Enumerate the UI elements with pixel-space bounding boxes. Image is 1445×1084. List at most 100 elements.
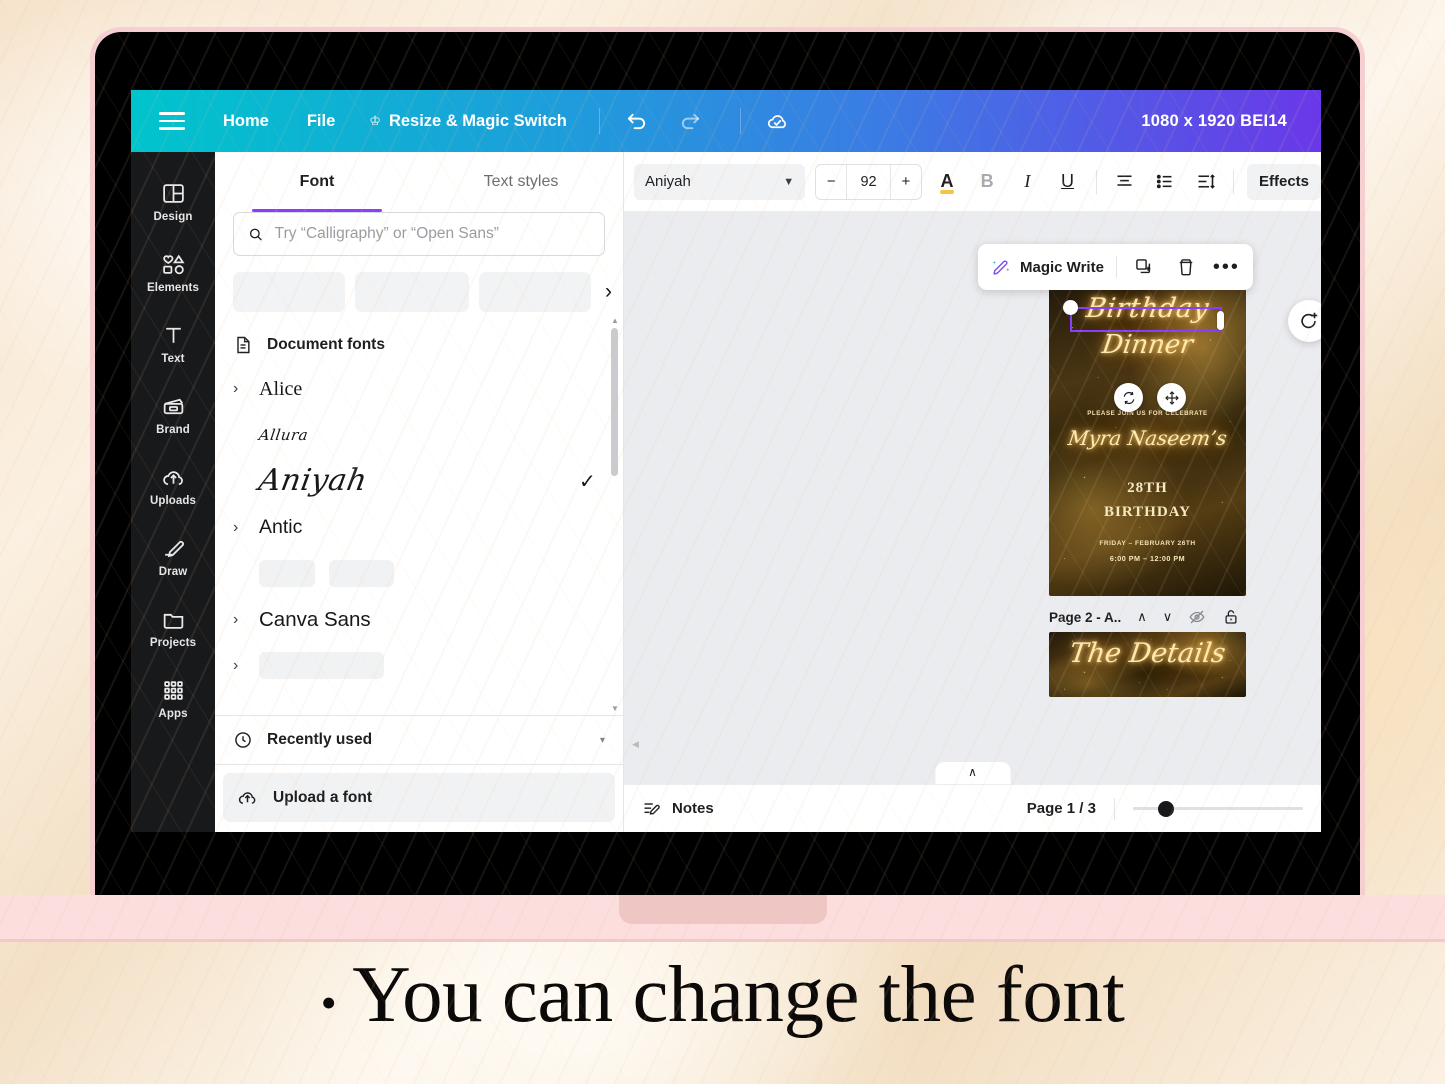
- canvas-area[interactable]: Magic Write ••• Birth: [624, 212, 1321, 784]
- text-selection-box[interactable]: [1070, 307, 1222, 332]
- font-size-input[interactable]: 92: [846, 165, 891, 199]
- effects-button[interactable]: Effects: [1247, 164, 1321, 200]
- horizontal-scroll-hint[interactable]: ◀: [632, 739, 639, 746]
- document-title[interactable]: 1080 x 1920 BEI14: [1141, 112, 1287, 131]
- chevron-right-icon[interactable]: ›: [233, 657, 259, 675]
- line-spacing-icon: [1195, 171, 1216, 192]
- tab-font[interactable]: Font: [215, 152, 419, 212]
- sidebar-label: Design: [154, 211, 193, 223]
- font-filter-chips: ›: [215, 270, 623, 314]
- menu-resize-magic-switch[interactable]: Resize & Magic Switch: [389, 112, 567, 131]
- font-name: Allura: [258, 426, 581, 444]
- chevron-right-icon[interactable]: ›: [233, 519, 259, 537]
- move-page-up-button[interactable]: ∧: [1137, 609, 1147, 625]
- increase-font-size-button[interactable]: +: [891, 165, 921, 199]
- sidebar-item-uploads[interactable]: Uploads: [135, 454, 211, 516]
- selection-handle-side[interactable]: [1217, 311, 1224, 330]
- sidebar-item-draw[interactable]: Draw: [135, 525, 211, 587]
- magic-write-button[interactable]: Magic Write: [991, 257, 1104, 277]
- editor-area: Aniyah ▼ − 92 + A B I U: [624, 152, 1321, 832]
- sidebar-item-projects[interactable]: Projects: [135, 596, 211, 658]
- cloud-saved-icon[interactable]: [761, 104, 795, 138]
- font-item-antic[interactable]: › Antic: [215, 505, 623, 551]
- recently-used-row[interactable]: Recently used ▾: [215, 715, 623, 764]
- move-page-down-button[interactable]: ∨: [1163, 609, 1173, 625]
- text-color-button[interactable]: A: [932, 165, 962, 199]
- font-search-box[interactable]: [233, 212, 605, 256]
- page-2-thumbnail[interactable]: The Details: [1049, 632, 1246, 697]
- underline-button[interactable]: U: [1052, 165, 1082, 199]
- duplicate-icon[interactable]: [1129, 252, 1159, 282]
- sidebar-item-text[interactable]: Text: [135, 312, 211, 374]
- font-family-select[interactable]: Aniyah ▼: [634, 164, 805, 200]
- rotate-button[interactable]: [1114, 383, 1143, 412]
- font-item-aniyah[interactable]: Aniyah ✓: [215, 458, 623, 505]
- panel-scrollbar[interactable]: ▲ ▼: [611, 314, 618, 715]
- magic-pen-icon: [991, 257, 1011, 277]
- collapse-panel-button[interactable]: ∧: [935, 762, 1010, 784]
- chevron-right-icon[interactable]: ›: [233, 611, 259, 629]
- move-button[interactable]: [1157, 383, 1186, 412]
- caption-bullet: •: [321, 977, 337, 1028]
- font-panel: Font Text styles ›: [215, 152, 624, 832]
- poster-page: Home File ♔ Resize & Magic Switch: [0, 0, 1445, 1084]
- font-placeholder: [259, 560, 315, 587]
- font-item-canva-sans[interactable]: › Canva Sans: [215, 597, 623, 643]
- sidebar-item-brand[interactable]: Brand: [135, 383, 211, 445]
- chevron-down-icon[interactable]: ▾: [600, 735, 605, 746]
- more-dots-icon[interactable]: •••: [1213, 263, 1240, 271]
- scroll-down-arrow[interactable]: ▼: [611, 704, 618, 713]
- hamburger-icon[interactable]: [159, 112, 185, 130]
- selection-context-bar: Magic Write •••: [978, 244, 1253, 290]
- font-item-placeholder-row[interactable]: [215, 551, 623, 597]
- tab-text-styles[interactable]: Text styles: [419, 152, 623, 212]
- design-page-1[interactable]: Birthday Dinner PLEASE JOIN US FOR CELEB…: [1049, 284, 1246, 596]
- font-item-placeholder-row-2[interactable]: ›: [215, 643, 623, 689]
- page-2-label[interactable]: Page 2 - A..: [1049, 610, 1121, 625]
- add-comment-button[interactable]: [1288, 300, 1321, 342]
- page-2-thumb-text: The Details: [1049, 638, 1246, 669]
- chevron-right-icon[interactable]: ›: [605, 280, 612, 304]
- unlock-icon[interactable]: [1222, 608, 1240, 626]
- undo-icon[interactable]: [620, 104, 654, 138]
- design-title-line2: Dinner: [1059, 330, 1236, 360]
- line-spacing-button[interactable]: [1190, 165, 1220, 199]
- font-list[interactable]: Document fonts › Alice Allura A: [215, 314, 623, 715]
- page-count-label[interactable]: Page 1 / 3: [1027, 800, 1096, 817]
- filter-chip[interactable]: [355, 272, 469, 312]
- decrease-font-size-button[interactable]: −: [816, 165, 846, 199]
- menu-home[interactable]: Home: [223, 112, 269, 131]
- design-date: FRIDAY – FEBRUARY 26TH: [1049, 540, 1246, 547]
- notes-button[interactable]: Notes: [642, 799, 714, 819]
- align-button[interactable]: [1110, 165, 1140, 199]
- filter-chip[interactable]: [479, 272, 591, 312]
- move-icon: [1164, 390, 1180, 406]
- bold-button[interactable]: B: [972, 165, 1002, 199]
- search-input[interactable]: [275, 225, 590, 243]
- menu-file[interactable]: File: [307, 112, 335, 131]
- editor-bottom-bar: Notes Page 1 / 3: [624, 784, 1321, 832]
- sidebar-label: Brand: [156, 424, 190, 436]
- apps-icon: [161, 678, 186, 703]
- zoom-slider[interactable]: [1133, 807, 1303, 810]
- italic-button[interactable]: I: [1012, 165, 1042, 199]
- zoom-knob[interactable]: [1158, 801, 1174, 817]
- scrollbar-thumb[interactable]: [611, 328, 618, 476]
- filter-chip[interactable]: [233, 272, 345, 312]
- sidebar-item-apps[interactable]: Apps: [135, 667, 211, 729]
- font-item-alice[interactable]: › Alice: [215, 366, 623, 412]
- upload-a-font-button[interactable]: Upload a font: [223, 773, 615, 822]
- bullet-list-button[interactable]: [1150, 165, 1180, 199]
- scroll-up-arrow[interactable]: ▲: [611, 316, 618, 325]
- font-item-allura[interactable]: Allura: [215, 412, 623, 458]
- selection-handle-corner[interactable]: [1063, 300, 1078, 315]
- hide-page-icon[interactable]: [1188, 608, 1206, 626]
- sidebar-item-elements[interactable]: Elements: [135, 241, 211, 303]
- add-comment-icon: [1298, 310, 1320, 332]
- trash-icon[interactable]: [1171, 252, 1201, 282]
- chevron-right-icon[interactable]: ›: [233, 380, 259, 398]
- redo-icon[interactable]: [674, 104, 708, 138]
- sidebar-label: Projects: [150, 637, 196, 649]
- sidebar-item-design[interactable]: Design: [135, 170, 211, 232]
- document-icon: [233, 334, 253, 356]
